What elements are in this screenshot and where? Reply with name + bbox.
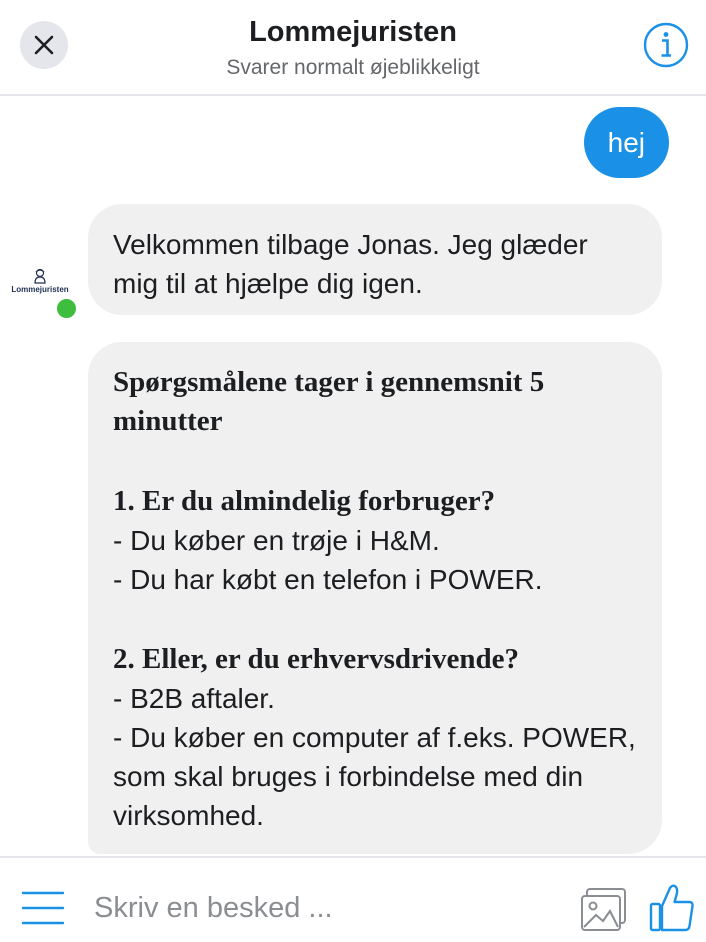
outgoing-message[interactable]: hej (583, 107, 669, 178)
image-button[interactable] (578, 886, 630, 934)
message-composer (0, 856, 706, 942)
online-indicator (55, 297, 78, 320)
question-1-line: - Du køber en trøje i H&M. (113, 525, 440, 556)
chat-title: Lommejuristen (249, 16, 457, 48)
question-1-heading: 1. Er du almindelig forbruger? (113, 485, 496, 517)
question-2-line: - Du køber en computer af f.eks. POWER, … (113, 722, 636, 831)
menu-button[interactable] (20, 890, 66, 926)
intro-text: Spørgsmålene tager i gennemsnit 5 minutt… (113, 366, 545, 437)
like-button[interactable] (648, 882, 696, 934)
chat-header: Lommejuristen Svarer normalt øjeblikkeli… (0, 0, 706, 96)
question-2-heading: 2. Eller, er du erhvervsdrivende? (113, 643, 519, 675)
welcome-text: Velkommen tilbage Jonas. Jeg glæder mig … (113, 229, 588, 299)
info-button[interactable] (642, 21, 690, 69)
question-2-line: - B2B aftaler. (113, 683, 275, 714)
lawyer-logo-icon (34, 268, 46, 284)
image-icon (581, 888, 626, 931)
avatar[interactable]: Lommejuristen (11, 268, 69, 300)
thumbs-up-icon (649, 884, 694, 932)
message-input[interactable] (92, 884, 556, 932)
incoming-message-welcome[interactable]: Velkommen tilbage Jonas. Jeg glæder mig … (88, 204, 662, 315)
messenger-chat-window: Lommejuristen Svarer normalt øjeblikkeli… (0, 0, 706, 942)
incoming-message-questions[interactable]: Spørgsmålene tager i gennemsnit 5 minutt… (88, 342, 662, 854)
chat-status: Svarer normalt øjeblikkeligt (226, 56, 480, 79)
avatar-logo-text: Lommejuristen (11, 285, 69, 294)
menu-icon (21, 891, 65, 925)
question-1-line: - Du har købt en telefon i POWER. (113, 564, 543, 595)
info-icon (643, 22, 689, 68)
